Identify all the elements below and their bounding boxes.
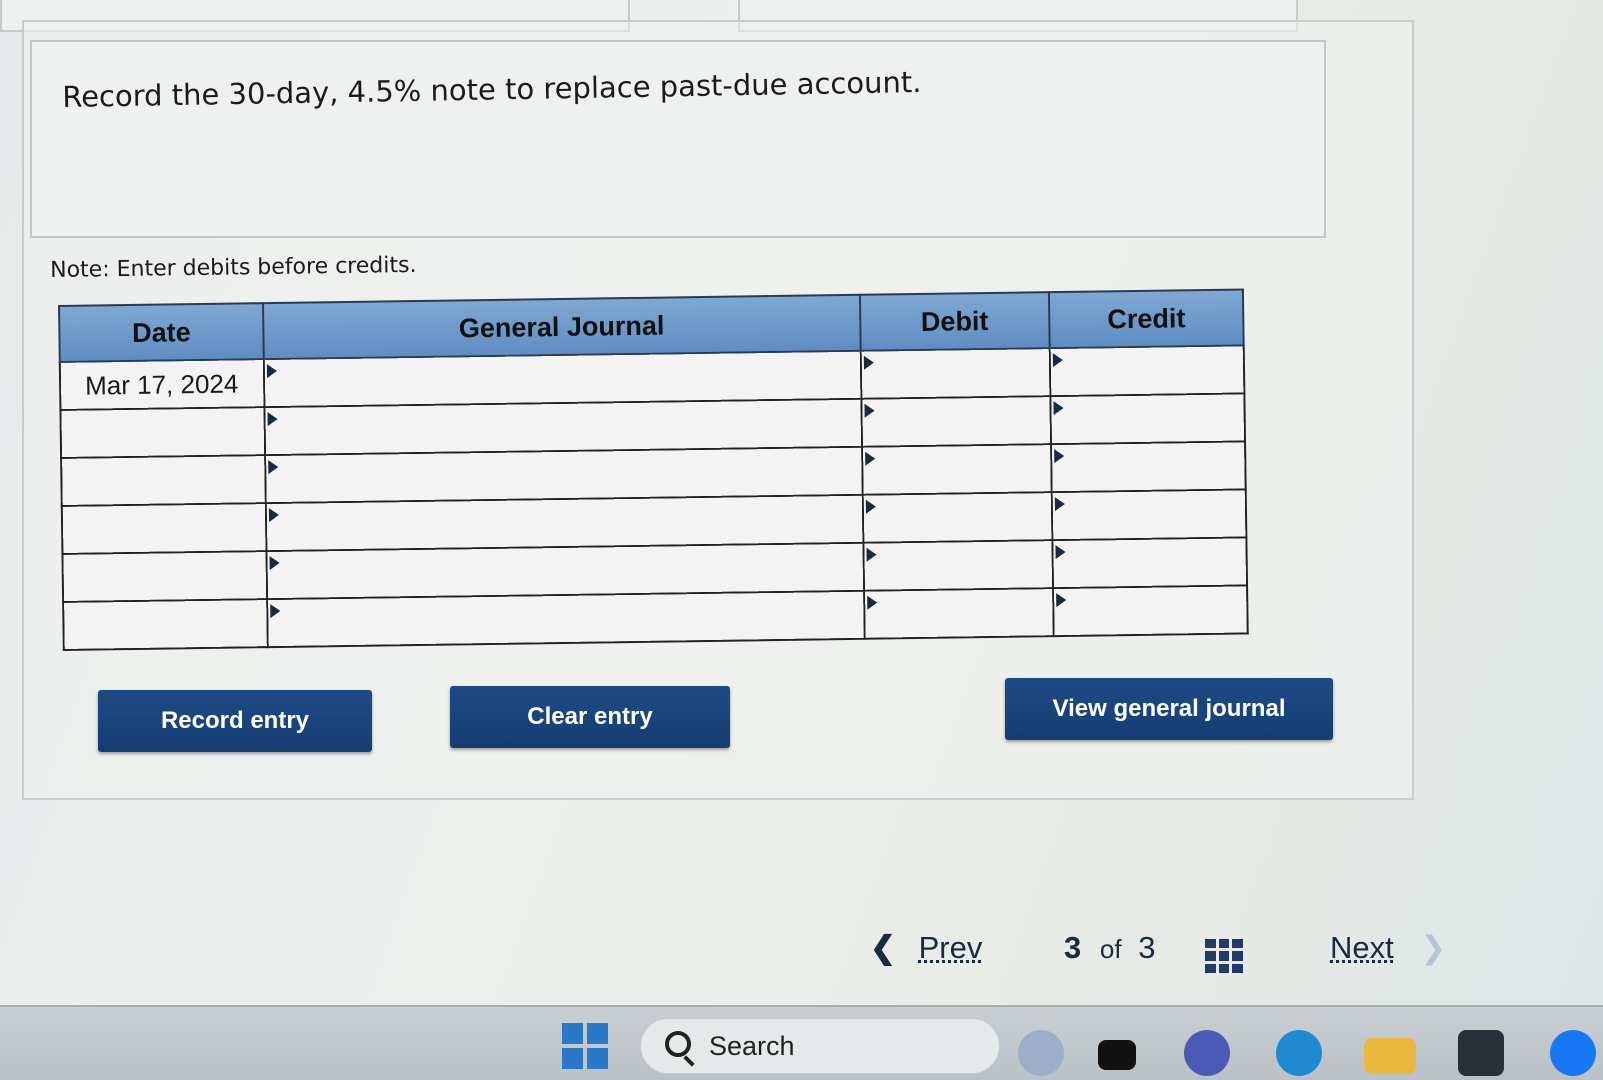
dropdown-marker-icon [270,603,281,619]
account-cell[interactable] [263,350,861,408]
dropdown-marker-icon [1054,496,1066,512]
search-label: Search [709,1031,795,1061]
credit-input[interactable] [1054,586,1247,636]
account-input[interactable] [266,495,862,551]
row-date [61,503,267,554]
account-cell[interactable] [264,398,862,456]
debit-input[interactable] [863,541,1053,590]
prev-label: Prev [918,930,983,965]
row-date [63,599,268,650]
debit-cell[interactable] [861,444,1052,495]
credit-input[interactable] [1052,442,1245,492]
credit-cell[interactable] [1049,345,1245,397]
general-journal-table: Date General Journal Debit Credit Mar 17… [58,288,1249,651]
page-indicator: 3 of 3 [1064,930,1155,980]
edge-icon[interactable] [1276,1030,1322,1076]
account-input[interactable] [268,591,864,647]
record-entry-button[interactable]: Record entry [98,690,372,752]
search-icon [665,1031,691,1057]
row-date: Mar 17, 2024 [59,359,265,410]
chevron-right-icon: ❯ [1420,930,1447,965]
file-explorer-icon[interactable] [1364,1038,1416,1074]
debit-cell[interactable] [862,540,1054,591]
account-input[interactable] [266,447,862,503]
account-input[interactable] [265,399,861,455]
dropdown-marker-icon [863,403,875,418]
page-of: of [1099,934,1122,964]
header-debit: Debit [859,292,1050,351]
credit-cell[interactable] [1050,393,1246,445]
credit-input[interactable] [1051,394,1245,444]
windows-start-icon[interactable] [562,1023,608,1069]
dropdown-marker-icon [269,555,280,571]
note-text: Note: Enter debits before credits. [50,252,417,283]
dropdown-marker-icon [1056,592,1067,608]
dropdown-marker-icon [864,451,875,466]
dropdown-marker-icon [865,547,877,562]
facebook-icon[interactable] [1550,1030,1596,1076]
credit-cell[interactable] [1053,585,1248,637]
credit-cell[interactable] [1052,537,1248,589]
debit-input[interactable] [861,349,1050,398]
row-date [60,407,266,458]
dropdown-marker-icon [863,355,874,370]
header-credit: Credit [1049,289,1244,349]
header-general-journal: General Journal [262,294,861,360]
dropdown-marker-icon [866,595,877,610]
next-link[interactable]: Next ❯ [1330,930,1446,980]
credit-cell[interactable] [1051,441,1246,493]
debit-cell[interactable] [860,396,1052,447]
current-page: 3 [1064,930,1082,965]
question-box: Record the 30-day, 4.5% note to replace … [30,40,1326,238]
account-cell[interactable] [265,494,863,552]
prev-link[interactable]: ❮ Prev [870,930,982,980]
question-grid-icon[interactable] [1205,939,1243,973]
debit-cell[interactable] [863,588,1054,639]
debit-cell[interactable] [862,492,1053,543]
clear-entry-button[interactable]: Clear entry [450,686,730,748]
teams-icon[interactable] [1184,1030,1230,1076]
dropdown-marker-icon [865,499,876,514]
dropdown-marker-icon [1055,544,1066,560]
account-cell[interactable] [265,446,863,504]
credit-input[interactable] [1052,490,1246,540]
widgets-icon[interactable] [1098,1040,1136,1070]
view-general-journal-button[interactable]: View general journal [1005,678,1333,740]
row-date [61,455,266,506]
dropdown-marker-icon [267,411,278,427]
dropdown-marker-icon [266,363,277,379]
debit-cell[interactable] [860,348,1051,399]
dropdown-marker-icon [1054,448,1065,464]
credit-cell[interactable] [1051,489,1247,541]
question-text: Record the 30-day, 4.5% note to replace … [62,65,922,114]
dropdown-marker-icon [1052,352,1064,368]
taskbar-search[interactable]: Search [640,1018,1000,1074]
debit-input[interactable] [863,493,1052,542]
account-cell[interactable] [266,542,864,600]
debit-input[interactable] [862,445,1051,494]
debit-input[interactable] [861,397,1051,446]
header-date: Date [59,303,264,362]
chevron-left-icon: ❮ [870,930,896,965]
account-cell[interactable] [267,590,865,648]
credit-input[interactable] [1050,346,1244,396]
bing-icon[interactable] [1018,1030,1064,1076]
dropdown-marker-icon [1053,400,1064,416]
row-date [62,551,268,602]
account-input[interactable] [264,351,860,407]
dropdown-marker-icon [268,459,279,475]
account-input[interactable] [267,543,863,599]
debit-input[interactable] [864,589,1053,638]
next-label: Next [1330,930,1394,965]
store-icon[interactable] [1458,1030,1504,1076]
dropdown-marker-icon [268,507,280,523]
total-pages: 3 [1138,930,1156,965]
credit-input[interactable] [1053,538,1247,588]
